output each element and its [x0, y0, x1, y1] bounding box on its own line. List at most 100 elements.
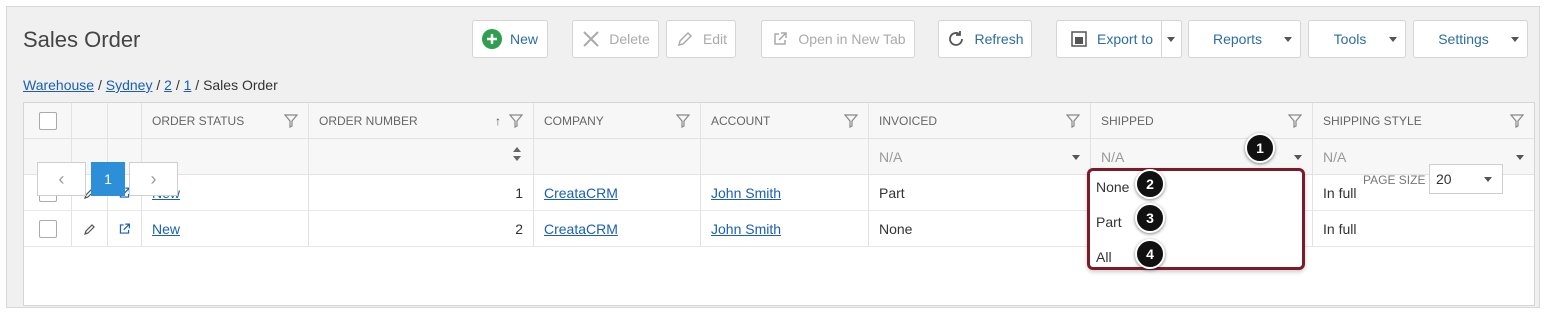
account-cell[interactable]: John Smith [701, 175, 869, 210]
settings-dropdown[interactable]: Settings [1413, 20, 1528, 58]
breadcrumb-current: Sales Order [203, 77, 278, 93]
shipped-filter-value: N/A [1101, 148, 1125, 165]
filter-icon[interactable] [509, 114, 523, 128]
header-shipping-style[interactable]: SHIPPING STYLE [1313, 103, 1534, 138]
company-cell[interactable]: CreataCRM [534, 175, 701, 210]
callout-badge-3: 3 [1135, 203, 1165, 233]
refresh-button[interactable]: Refresh [938, 20, 1032, 58]
row-edit-cell[interactable] [72, 211, 108, 246]
filter-icon[interactable] [1288, 114, 1302, 128]
invoiced-filter-select[interactable]: N/A [869, 139, 1091, 174]
chevron-down-icon [1484, 177, 1492, 182]
breadcrumb-separator: / [195, 77, 200, 93]
select-all-checkbox[interactable] [38, 111, 57, 130]
pencil-icon [675, 29, 695, 49]
filter-icon[interactable] [1510, 114, 1524, 128]
shipped-option-part[interactable]: Part [1096, 214, 1122, 230]
prev-page-button[interactable]: ‹ [37, 162, 86, 196]
page-size-select[interactable]: 20 [1429, 164, 1503, 194]
shipping-style-filter-value: N/A [1323, 148, 1347, 165]
split-divider [1161, 21, 1162, 57]
column-label: ORDER NUMBER [319, 113, 418, 128]
shipping-style-cell: In full [1323, 220, 1357, 237]
account-link[interactable]: John Smith [711, 221, 781, 237]
header-invoiced[interactable]: INVOICED [869, 103, 1091, 138]
refresh-icon [946, 29, 966, 49]
tools-dropdown[interactable]: Tools [1308, 20, 1406, 58]
company-cell[interactable]: CreataCRM [534, 211, 701, 246]
header-order-number[interactable]: ORDER NUMBER ↑ [309, 103, 534, 138]
row-open-cell[interactable] [108, 211, 142, 246]
shipped-option-all[interactable]: All [1096, 249, 1112, 265]
header-account[interactable]: ACCOUNT [701, 103, 869, 138]
export-to-button[interactable]: Export to [1056, 20, 1182, 58]
order-number-cell: 2 [309, 211, 534, 246]
edit-button[interactable]: Edit [666, 20, 736, 58]
header-select-all[interactable] [24, 103, 72, 138]
company-link[interactable]: CreataCRM [544, 221, 618, 237]
header-company[interactable]: COMPANY [534, 103, 701, 138]
header-open-col [108, 103, 142, 138]
grid-filter-row: N/A N/A N/A [24, 139, 1534, 175]
reports-dropdown[interactable]: Reports [1188, 20, 1301, 58]
filter-icon[interactable] [676, 114, 690, 128]
column-label: SHIPPED [1101, 113, 1154, 128]
page-button-1[interactable]: 1 [91, 162, 125, 196]
breadcrumb-warehouse[interactable]: Warehouse [23, 77, 94, 93]
plus-circle-icon [481, 29, 502, 49]
breadcrumb-sydney[interactable]: Sydney [106, 77, 153, 93]
chevron-down-icon [1389, 37, 1397, 42]
external-link-icon[interactable] [118, 221, 131, 237]
column-label: COMPANY [544, 113, 604, 128]
next-page-button[interactable]: › [129, 162, 178, 196]
breadcrumb-separator: / [97, 77, 102, 93]
number-stepper[interactable] [513, 147, 521, 161]
export-to-label: Export to [1097, 31, 1154, 47]
delete-button-label: Delete [609, 31, 650, 47]
grid-header-row: ORDER STATUS ORDER NUMBER ↑ COMPANY ACCO… [24, 103, 1534, 139]
sort-ascending-icon[interactable]: ↑ [495, 114, 501, 128]
breadcrumb-separator: / [156, 77, 161, 93]
table-row: New 1 CreataCRM John Smith Part In full [24, 175, 1534, 211]
open-in-new-tab-button[interactable]: Open in New Tab [761, 20, 915, 58]
breadcrumb-1[interactable]: 1 [184, 77, 192, 93]
edit-button-label: Edit [702, 31, 728, 47]
refresh-button-label: Refresh [974, 31, 1024, 47]
chevron-down-icon[interactable] [1167, 37, 1175, 42]
account-link[interactable]: John Smith [711, 185, 781, 201]
chevron-down-icon [1511, 37, 1519, 42]
pencil-icon[interactable] [83, 223, 96, 235]
shipped-option-none[interactable]: None [1096, 179, 1129, 195]
filter-icon[interactable] [284, 114, 298, 128]
settings-label: Settings [1438, 31, 1489, 47]
order-status-cell[interactable]: New [142, 211, 309, 246]
column-label: ORDER STATUS [152, 113, 245, 128]
breadcrumb-separator: / [175, 77, 180, 93]
breadcrumb: Warehouse / Sydney / 2 / 1 / Sales Order [23, 77, 278, 93]
row-select-cell[interactable] [24, 211, 72, 246]
order-number-cell: 1 [309, 175, 534, 210]
page-size-label: PAGE SIZE [1363, 173, 1426, 187]
header-order-status[interactable]: ORDER STATUS [142, 103, 309, 138]
account-cell[interactable]: John Smith [701, 211, 869, 246]
breadcrumb-2[interactable]: 2 [164, 77, 172, 93]
order-status-link[interactable]: New [152, 221, 180, 237]
company-filter[interactable] [534, 139, 701, 174]
filter-icon[interactable] [1066, 114, 1080, 128]
row-checkbox[interactable] [38, 219, 57, 238]
new-button[interactable]: New [472, 20, 548, 58]
reports-label: Reports [1212, 31, 1263, 47]
sales-order-panel: Sales Order New Delete Edit Open in New … [6, 6, 1540, 308]
order-number-filter[interactable] [309, 139, 534, 174]
page-size-value: 20 [1436, 171, 1452, 187]
new-button-label: New [509, 31, 538, 47]
company-link[interactable]: CreataCRM [544, 185, 618, 201]
tools-label: Tools [1333, 31, 1367, 47]
delete-button[interactable]: Delete [572, 20, 659, 58]
invoiced-filter-value: N/A [879, 148, 903, 165]
account-filter[interactable] [701, 139, 869, 174]
open-in-new-tab-label: Open in New Tab [798, 31, 906, 47]
header-shipped[interactable]: SHIPPED [1091, 103, 1313, 138]
filter-icon[interactable] [844, 114, 858, 128]
invoiced-cell: Part [869, 175, 1091, 210]
